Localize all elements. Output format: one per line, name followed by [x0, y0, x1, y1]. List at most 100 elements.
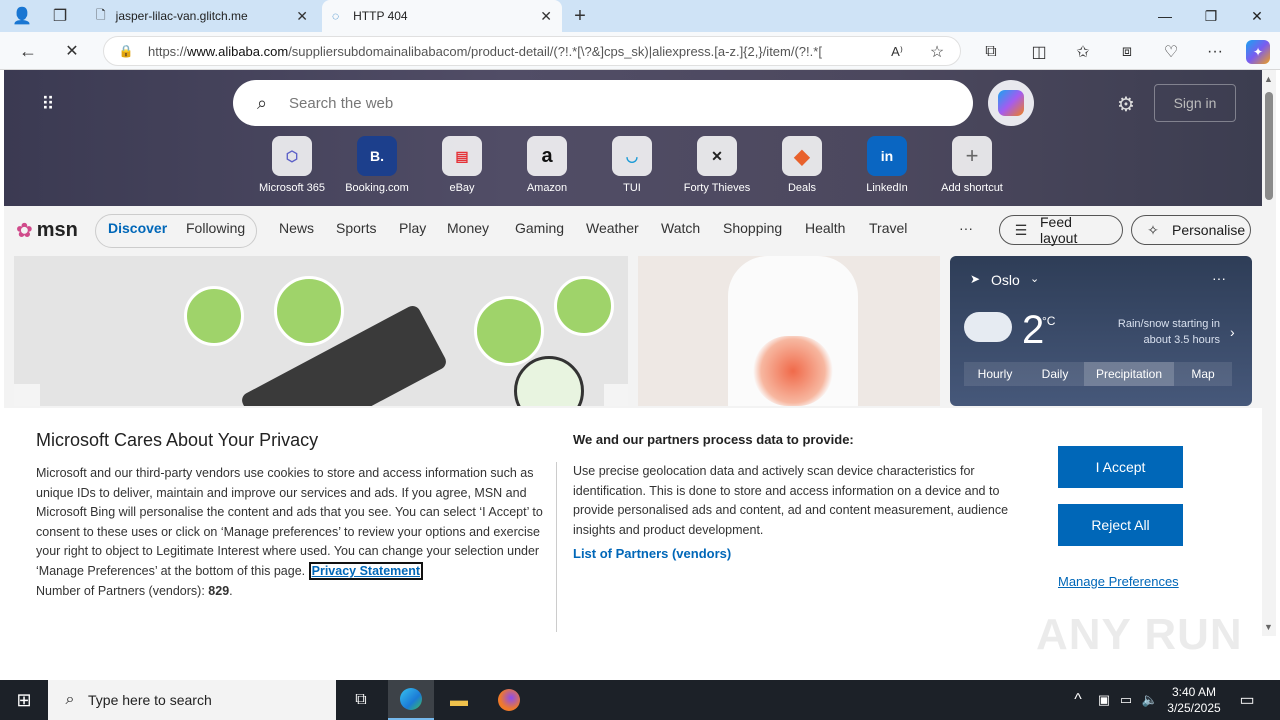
favorites-icon[interactable]: ✩ [1072, 41, 1094, 63]
camera-bubble-icon [474, 296, 544, 366]
nav-shopping[interactable]: Shopping [723, 220, 782, 236]
nav-health[interactable]: Health [805, 220, 845, 236]
volume-icon[interactable]: 🔈 [1140, 689, 1160, 711]
tab-http404[interactable]: ◌ HTTP 404 ✕ [322, 0, 562, 32]
apps-grid-icon[interactable]: ⠿ [36, 92, 60, 116]
tab-glitch[interactable]: 🗋 jasper-lilac-van.glitch.me ✕ [86, 0, 318, 32]
copilot-icon[interactable]: ✦ [1246, 40, 1270, 64]
nav-money[interactable]: Money [447, 220, 489, 236]
search-placeholder: Search the web [289, 94, 394, 112]
shortcut-tui[interactable]: ◡ TUI [592, 136, 672, 194]
shortcut-forty-thieves[interactable]: ✕ Forty Thieves [677, 136, 757, 194]
nav-sports[interactable]: Sports [336, 220, 376, 236]
carousel-prev-icon[interactable] [14, 384, 40, 406]
stop-loading-icon[interactable]: ✕ [60, 39, 84, 63]
weather-card[interactable]: ➤ Oslo ⌄ ··· 2 °C Rain/snow starting in … [950, 256, 1252, 406]
shortcut-linkedin[interactable]: in LinkedIn [847, 136, 927, 194]
scrollbar[interactable]: ▲ ▼ [1262, 70, 1276, 636]
sliders-icon: ☰ [1014, 221, 1028, 238]
tab-precipitation[interactable]: Precipitation [1084, 362, 1174, 386]
edge-app-icon[interactable] [388, 680, 434, 720]
url-host: www.alibaba.com [187, 43, 289, 59]
feed-layout-button[interactable]: ☰ Feed layout [999, 214, 1123, 246]
nav-weather[interactable]: Weather [586, 220, 639, 236]
tab-following[interactable]: Following [186, 220, 245, 236]
sparkle-icon: ✧ [1147, 221, 1159, 238]
search-input[interactable]: ⌕ Search the web [233, 80, 973, 126]
file-explorer-icon[interactable]: ▬ [436, 680, 482, 720]
sign-in-button[interactable]: Sign in [1154, 84, 1236, 122]
reject-all-button[interactable]: Reject All [1058, 504, 1183, 546]
network-icon[interactable]: ▭ [1116, 689, 1136, 711]
notifications-icon[interactable]: ▭ [1234, 688, 1260, 712]
accept-button[interactable]: I Accept [1058, 446, 1183, 488]
clock[interactable]: 3:40 AM 3/25/2025 [1162, 684, 1226, 716]
close-tab-icon[interactable]: ✕ [296, 8, 308, 25]
tray-chevron-icon[interactable]: ^ [1068, 689, 1088, 711]
nav-gaming[interactable]: Gaming [515, 220, 564, 236]
privacy-statement-link[interactable]: Privacy Statement [308, 561, 424, 580]
profile-icon[interactable]: 👤 [10, 5, 34, 27]
tray-device-icon[interactable]: ▣ [1094, 689, 1114, 711]
tab-daily[interactable]: Daily [1026, 362, 1084, 386]
favorite-star-icon[interactable]: ☆ [926, 41, 948, 63]
nav-more[interactable]: ··· [959, 220, 973, 236]
vendors-link[interactable]: List of Partners (vendors) [573, 546, 731, 561]
chevron-right-icon[interactable]: › [1230, 324, 1235, 340]
shortcut-add[interactable]: + Add shortcut [932, 136, 1012, 194]
more-menu-icon[interactable]: ··· [1204, 41, 1226, 63]
tab-hourly[interactable]: Hourly [964, 362, 1026, 386]
copilot-orb-icon[interactable] [988, 80, 1034, 126]
back-icon[interactable]: ← [16, 39, 40, 63]
taskbar-search[interactable]: ⌕ Type here to search [48, 680, 336, 720]
nav-watch[interactable]: Watch [661, 220, 700, 236]
shortcut-deals[interactable]: ◆ Deals [762, 136, 842, 194]
nav-travel[interactable]: Travel [869, 220, 907, 236]
task-view-icon[interactable]: ⧉ [338, 680, 384, 720]
shortcut-ebay[interactable]: ▤ eBay [422, 136, 502, 194]
settings-gear-icon[interactable]: ⚙ [1114, 92, 1138, 116]
news-card-image[interactable] [14, 256, 628, 406]
new-tab-icon[interactable]: + [568, 4, 592, 28]
firefox-icon[interactable] [486, 680, 532, 720]
health-card-image[interactable] [638, 256, 940, 406]
performance-icon[interactable]: ♡ [1160, 41, 1182, 63]
clock-time: 3:40 AM [1171, 685, 1217, 699]
personalise-button[interactable]: ✧ Personalise [1131, 215, 1251, 245]
shortcut-amazon[interactable]: a Amazon [507, 136, 587, 194]
shortcut-booking[interactable]: B. Booking.com [337, 136, 417, 194]
tab-discover[interactable]: Discover [108, 220, 167, 236]
weather-more-icon[interactable]: ··· [1212, 270, 1226, 286]
close-tab-icon[interactable]: ✕ [540, 8, 552, 25]
restore-icon[interactable]: ❐ [1188, 0, 1234, 32]
ebay-icon: ▤ [442, 136, 482, 176]
read-aloud-icon[interactable]: A⁾ [886, 41, 908, 63]
url-field[interactable]: 🔒 https://www.alibaba.com/suppliersubdom… [103, 36, 961, 66]
forty-thieves-icon: ✕ [697, 136, 737, 176]
shortcut-label: TUI [623, 182, 641, 194]
chevron-down-icon: ⌄ [1030, 273, 1040, 285]
shortcut-microsoft365[interactable]: ⬡ Microsoft 365 [252, 136, 332, 194]
tab-title: HTTP 404 [353, 9, 408, 23]
scroll-up-icon[interactable]: ▲ [1264, 74, 1273, 84]
msn-logo[interactable]: ✿ msn [16, 216, 78, 244]
close-window-icon[interactable]: ✕ [1234, 0, 1280, 32]
plus-icon: + [952, 136, 992, 176]
scroll-down-icon[interactable]: ▼ [1264, 622, 1273, 632]
split-screen-icon[interactable]: ◫ [1028, 41, 1050, 63]
scrollbar-thumb[interactable] [1265, 92, 1273, 200]
manage-preferences-link[interactable]: Manage Preferences [1058, 574, 1179, 589]
tui-icon: ◡ [612, 136, 652, 176]
windows-start-icon[interactable]: ⊞ [0, 680, 48, 720]
browser-tab-bar: 👤 ❐ 🗋 jasper-lilac-van.glitch.me ✕ ◌ HTT… [0, 0, 1280, 32]
linkedin-icon: in [867, 136, 907, 176]
carousel-next-icon[interactable] [604, 384, 628, 406]
nav-news[interactable]: News [279, 220, 314, 236]
collections-icon[interactable]: ⧈ [1116, 41, 1138, 63]
tab-actions-icon[interactable]: ❐ [48, 5, 72, 27]
nav-play[interactable]: Play [399, 220, 426, 236]
minimize-icon[interactable]: — [1142, 0, 1188, 32]
extensions-icon[interactable]: ⧉ [980, 41, 1002, 63]
tab-map[interactable]: Map [1174, 362, 1232, 386]
weather-city[interactable]: Oslo [991, 272, 1020, 288]
